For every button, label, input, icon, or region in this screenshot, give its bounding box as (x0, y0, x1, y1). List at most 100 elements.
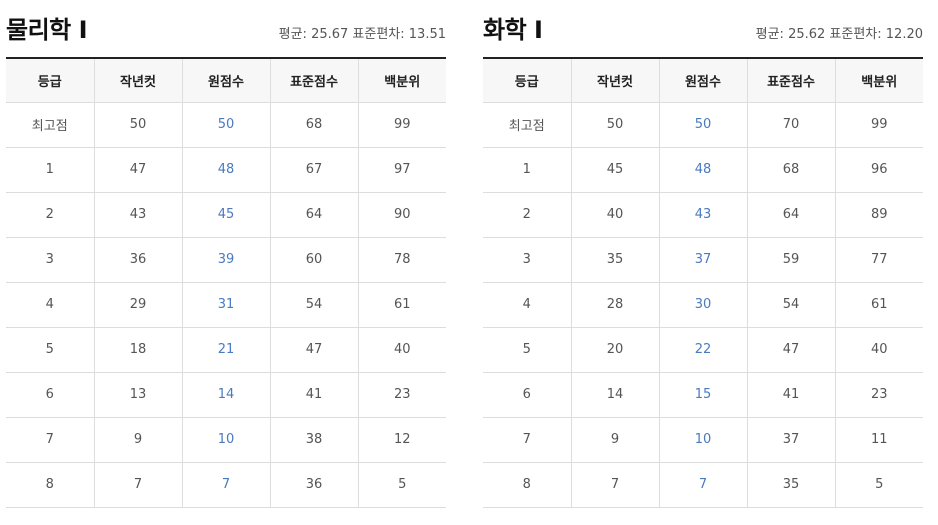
cell-last-year-cut: 9 (570, 416, 660, 463)
cell-last-year-cut: 14 (570, 371, 660, 418)
cell-last-year-cut: 28 (570, 281, 660, 328)
cell-grade: 2 (483, 191, 572, 238)
table-row: 최고점 50 50 68 99 (6, 101, 446, 148)
panel-stats: 평균: 25.67 표준편차: 13.51 (278, 27, 446, 42)
panel-stats: 평균: 25.62 표준편차: 12.20 (755, 27, 923, 42)
cell-percentile: 96 (834, 146, 923, 193)
cell-grade: 8 (483, 461, 572, 508)
cell-grade: 8 (6, 461, 95, 508)
cell-raw-score: 7 (181, 461, 271, 508)
table-row: 2 40 43 64 89 (483, 191, 923, 238)
cell-raw-score: 22 (658, 326, 748, 373)
column-header-standard-score: 표준점수 (746, 58, 836, 103)
panel-title: 물리학 Ⅰ (6, 16, 88, 44)
cell-percentile: 40 (834, 326, 923, 373)
column-header-raw-score: 원점수 (658, 58, 748, 103)
cell-standard-score: 38 (269, 416, 359, 463)
panel-title: 화학 Ⅰ (483, 16, 543, 44)
table-header-row: 등급 작년컷 원점수 표준점수 백분위 (6, 58, 446, 103)
column-header-grade: 등급 (6, 58, 95, 103)
cell-grade: 7 (483, 416, 572, 463)
cell-raw-score: 21 (181, 326, 271, 373)
cell-percentile: 61 (834, 281, 923, 328)
cell-raw-score: 15 (658, 371, 748, 418)
cell-standard-score: 47 (746, 326, 836, 373)
cell-last-year-cut: 47 (93, 146, 183, 193)
cell-raw-score: 10 (181, 416, 271, 463)
score-cut-page: 물리학 Ⅰ 평균: 25.67 표준편차: 13.51 등급 작년컷 원점수 표준점수… (0, 0, 938, 525)
cell-raw-score: 14 (181, 371, 271, 418)
column-header-grade: 등급 (483, 58, 572, 103)
cell-last-year-cut: 7 (570, 461, 660, 508)
cell-grade: 3 (483, 236, 572, 283)
cell-percentile: 40 (357, 326, 446, 373)
cell-grade: 6 (6, 371, 95, 418)
cell-raw-score: 48 (658, 146, 748, 193)
cell-raw-score: 7 (658, 461, 748, 508)
cell-standard-score: 37 (746, 416, 836, 463)
cell-raw-score: 43 (658, 191, 748, 238)
cell-standard-score: 47 (269, 326, 359, 373)
column-header-standard-score: 표준점수 (269, 58, 359, 103)
column-header-raw-score: 원점수 (181, 58, 271, 103)
cell-percentile: 61 (357, 281, 446, 328)
cell-raw-score: 31 (181, 281, 271, 328)
cell-standard-score: 41 (269, 371, 359, 418)
cell-standard-score: 54 (269, 281, 359, 328)
cell-percentile: 5 (357, 461, 446, 508)
cell-standard-score: 35 (746, 461, 836, 508)
cell-standard-score: 68 (746, 146, 836, 193)
cell-grade: 5 (483, 326, 572, 373)
cell-grade: 1 (6, 146, 95, 193)
panel-header: 물리학 Ⅰ 평균: 25.67 표준편차: 13.51 (6, 0, 446, 57)
cell-grade: 1 (483, 146, 572, 193)
cell-percentile: 23 (357, 371, 446, 418)
cell-percentile: 11 (834, 416, 923, 463)
cell-standard-score: 59 (746, 236, 836, 283)
cell-percentile: 89 (834, 191, 923, 238)
table-header-row: 등급 작년컷 원점수 표준점수 백분위 (483, 58, 923, 103)
table-row: 3 35 37 59 77 (483, 236, 923, 283)
cell-last-year-cut: 50 (93, 101, 183, 148)
cell-raw-score: 50 (658, 101, 748, 148)
cell-raw-score: 39 (181, 236, 271, 283)
cell-grade: 4 (6, 281, 95, 328)
table-row: 1 47 48 67 97 (6, 146, 446, 193)
cell-standard-score: 68 (269, 101, 359, 148)
cell-last-year-cut: 9 (93, 416, 183, 463)
table-row: 6 14 15 41 23 (483, 371, 923, 418)
column-header-percentile: 백분위 (357, 58, 446, 103)
cell-last-year-cut: 45 (570, 146, 660, 193)
table-row: 1 45 48 68 96 (483, 146, 923, 193)
table-row: 5 18 21 47 40 (6, 326, 446, 373)
cell-percentile: 78 (357, 236, 446, 283)
cell-standard-score: 64 (269, 191, 359, 238)
table-row: 최고점 50 50 70 99 (483, 101, 923, 148)
cell-percentile: 77 (834, 236, 923, 283)
physics-panel: 물리학 Ⅰ 평균: 25.67 표준편차: 13.51 등급 작년컷 원점수 표준점수… (6, 0, 446, 508)
cell-raw-score: 45 (181, 191, 271, 238)
cell-last-year-cut: 7 (93, 461, 183, 508)
table-row: 7 9 10 37 11 (483, 416, 923, 463)
cell-standard-score: 70 (746, 101, 836, 148)
cell-standard-score: 64 (746, 191, 836, 238)
grade-cut-table: 등급 작년컷 원점수 표준점수 백분위 최고점 50 50 70 99 1 45 48 68 96 2 40 4… (483, 57, 923, 508)
cell-grade: 7 (6, 416, 95, 463)
cell-last-year-cut: 40 (570, 191, 660, 238)
cell-standard-score: 67 (269, 146, 359, 193)
table-row: 7 9 10 38 12 (6, 416, 446, 463)
cell-last-year-cut: 20 (570, 326, 660, 373)
cell-percentile: 90 (357, 191, 446, 238)
cell-standard-score: 36 (269, 461, 359, 508)
cell-raw-score: 30 (658, 281, 748, 328)
cell-percentile: 97 (357, 146, 446, 193)
cell-standard-score: 60 (269, 236, 359, 283)
cell-percentile: 23 (834, 371, 923, 418)
cell-last-year-cut: 29 (93, 281, 183, 328)
cell-grade: 3 (6, 236, 95, 283)
table-row: 4 29 31 54 61 (6, 281, 446, 328)
cell-raw-score: 10 (658, 416, 748, 463)
cell-last-year-cut: 43 (93, 191, 183, 238)
cell-grade: 최고점 (6, 101, 95, 148)
cell-grade: 6 (483, 371, 572, 418)
